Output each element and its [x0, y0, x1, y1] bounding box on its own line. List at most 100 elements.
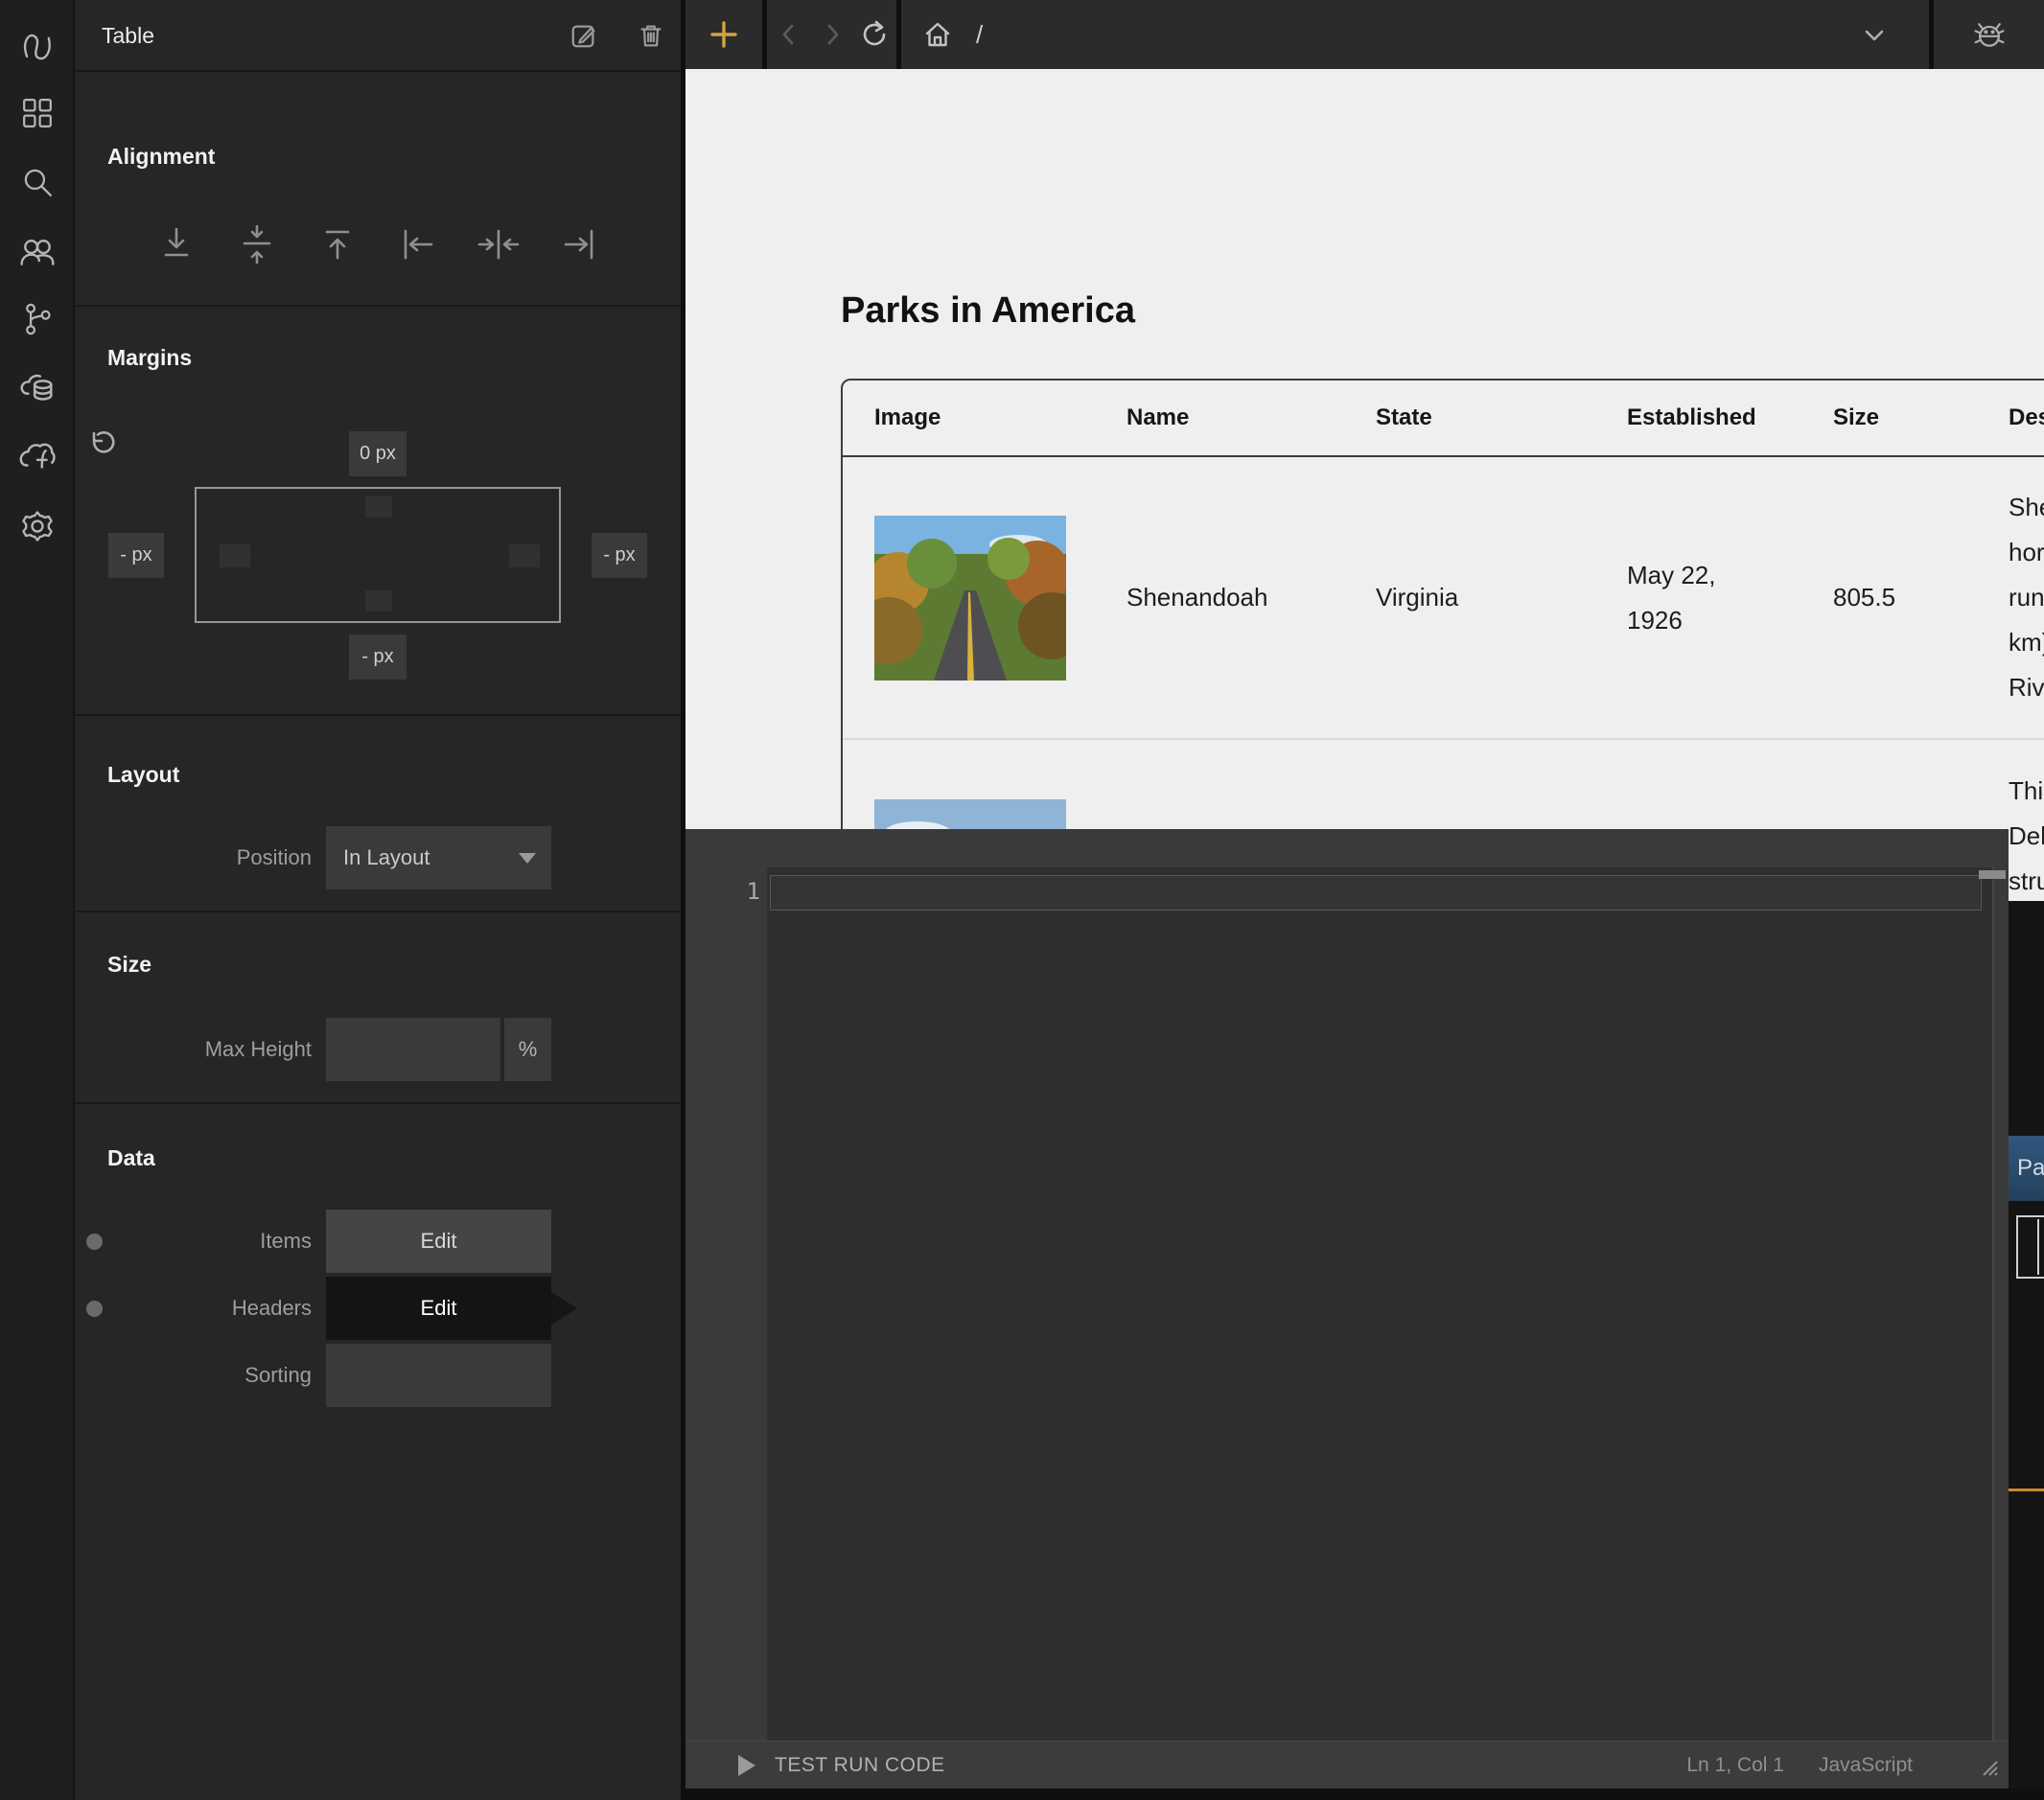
code-area[interactable]	[767, 867, 1992, 1741]
position-label: Position	[237, 826, 312, 889]
table-row[interactable]: Shenandoah Virginia May 22, 1926 805.5 S…	[843, 457, 2044, 740]
position-select[interactable]: In Layout	[326, 826, 551, 889]
align-vertical-center-icon[interactable]	[235, 222, 279, 266]
col-header-image[interactable]: Image	[874, 404, 1127, 431]
home-icon[interactable]	[917, 13, 959, 56]
items-row: Items Edit	[75, 1210, 681, 1273]
path-text[interactable]: /	[976, 20, 983, 50]
properties-panel: Table Alignment	[75, 0, 681, 1800]
table-header-row: Image Name State Established Size Des	[843, 381, 2044, 457]
margin-bottom-input[interactable]: - px	[349, 635, 406, 680]
address-block: /	[901, 0, 1929, 69]
cell-size: 805.5	[1833, 583, 2009, 612]
chevron-down-icon	[519, 853, 536, 864]
cell-name: Shenandoah	[1127, 583, 1376, 612]
add-page-button[interactable]	[703, 13, 745, 56]
alignment-buttons	[75, 222, 681, 266]
left-icon-rail	[0, 0, 75, 1800]
app-window: Table Alignment	[0, 0, 2044, 1800]
align-horizontal-center-icon[interactable]	[476, 222, 521, 266]
editor-scrollbar-track	[1992, 867, 1994, 1741]
max-height-input[interactable]	[326, 1018, 500, 1081]
col-header-description[interactable]: Des	[2009, 404, 2044, 431]
margin-right-handle[interactable]	[509, 544, 540, 567]
alignment-section-label: Alignment	[107, 144, 215, 170]
cell-established: May 22, 1926	[1627, 553, 1795, 643]
align-bottom-icon[interactable]	[154, 222, 198, 266]
back-icon[interactable]	[768, 13, 810, 56]
debug-bug-icon[interactable]	[1968, 13, 2010, 56]
debug-block	[1934, 0, 2044, 69]
selected-tab-partial[interactable]: Pa	[2009, 1136, 2044, 1201]
orange-divider	[2009, 1488, 2044, 1491]
sorting-label: Sorting	[244, 1344, 312, 1407]
max-height-row: Max Height %	[75, 1018, 681, 1081]
margin-top-input[interactable]: 0 px	[349, 431, 406, 476]
right-edge-panel: Pa	[2009, 901, 2044, 1788]
panel-title: Table	[102, 23, 154, 49]
data-section-label: Data	[107, 1145, 155, 1171]
forward-icon[interactable]	[811, 13, 853, 56]
test-run-code-button[interactable]: TEST RUN CODE	[775, 1754, 945, 1777]
code-editor-popup: 1 TEST RUN CODE Ln 1, Col 1 JavaScript	[685, 829, 2009, 1788]
collapse-chevron-icon[interactable]	[1853, 13, 1895, 56]
size-section-label: Size	[107, 952, 151, 978]
cloud-function-icon[interactable]	[16, 435, 58, 477]
col-header-established[interactable]: Established	[1627, 404, 1833, 431]
headers-label: Headers	[232, 1277, 312, 1340]
editor-popup-pointer	[551, 1292, 577, 1325]
app-logo-icon[interactable]	[16, 25, 58, 67]
align-top-icon[interactable]	[315, 222, 360, 266]
settings-gear-icon[interactable]	[16, 505, 58, 547]
editor-scrollbar-thumb[interactable]	[1979, 870, 2006, 879]
preview-toolbar: /	[685, 0, 2044, 69]
shenandoah-photo	[874, 516, 1066, 681]
margin-left-input[interactable]: - px	[108, 533, 164, 578]
items-edit-button[interactable]: Edit	[326, 1210, 551, 1273]
active-line[interactable]	[770, 875, 1982, 911]
margins-section-label: Margins	[107, 345, 192, 371]
margin-right-input[interactable]: - px	[592, 533, 647, 578]
cursor-position: Ln 1, Col 1	[1686, 1754, 1784, 1777]
cell-description: She hor run km) Riv	[2009, 485, 2044, 710]
panel-header: Table	[75, 0, 681, 72]
margins-preview-box	[195, 487, 561, 623]
items-connector-dot[interactable]	[86, 1234, 103, 1250]
components-grid-icon[interactable]	[16, 92, 58, 134]
cloud-database-icon[interactable]	[16, 367, 58, 409]
sorting-row: Sorting	[75, 1344, 681, 1407]
items-label: Items	[260, 1210, 312, 1273]
delete-component-icon[interactable]	[637, 21, 667, 52]
refresh-icon[interactable]	[853, 13, 895, 56]
col-header-name[interactable]: Name	[1127, 404, 1376, 431]
resize-grip-icon[interactable]	[1980, 1758, 2001, 1779]
col-header-size[interactable]: Size	[1833, 404, 2009, 431]
edit-component-icon[interactable]	[569, 21, 600, 52]
max-height-label: Max Height	[205, 1018, 312, 1081]
sorting-input[interactable]	[326, 1344, 551, 1407]
language-label[interactable]: JavaScript	[1819, 1754, 1913, 1777]
git-branch-icon[interactable]	[16, 298, 58, 340]
cell-state: Virginia	[1376, 583, 1627, 612]
users-icon[interactable]	[16, 231, 58, 273]
position-value: In Layout	[343, 845, 430, 870]
align-left-icon[interactable]	[396, 222, 440, 266]
headers-edit-button[interactable]: Edit	[326, 1277, 551, 1340]
align-right-icon[interactable]	[557, 222, 601, 266]
margin-left-handle[interactable]	[220, 544, 250, 567]
reset-margins-icon[interactable]	[86, 429, 115, 458]
editor-status-bar: TEST RUN CODE Ln 1, Col 1 JavaScript	[685, 1741, 2009, 1788]
nav-block	[767, 0, 896, 69]
margin-bottom-handle[interactable]	[365, 590, 392, 612]
max-height-unit[interactable]: %	[504, 1018, 551, 1081]
run-play-icon[interactable]	[738, 1755, 755, 1776]
search-icon[interactable]	[16, 161, 58, 203]
margin-top-handle[interactable]	[365, 496, 392, 518]
partial-cursor	[2037, 1219, 2039, 1275]
headers-connector-dot[interactable]	[86, 1301, 103, 1317]
position-row: Position In Layout	[75, 826, 681, 889]
partial-input-outline	[2016, 1215, 2044, 1279]
col-header-state[interactable]: State	[1376, 404, 1627, 431]
layout-section-label: Layout	[107, 762, 179, 788]
line-number: 1	[732, 878, 760, 905]
